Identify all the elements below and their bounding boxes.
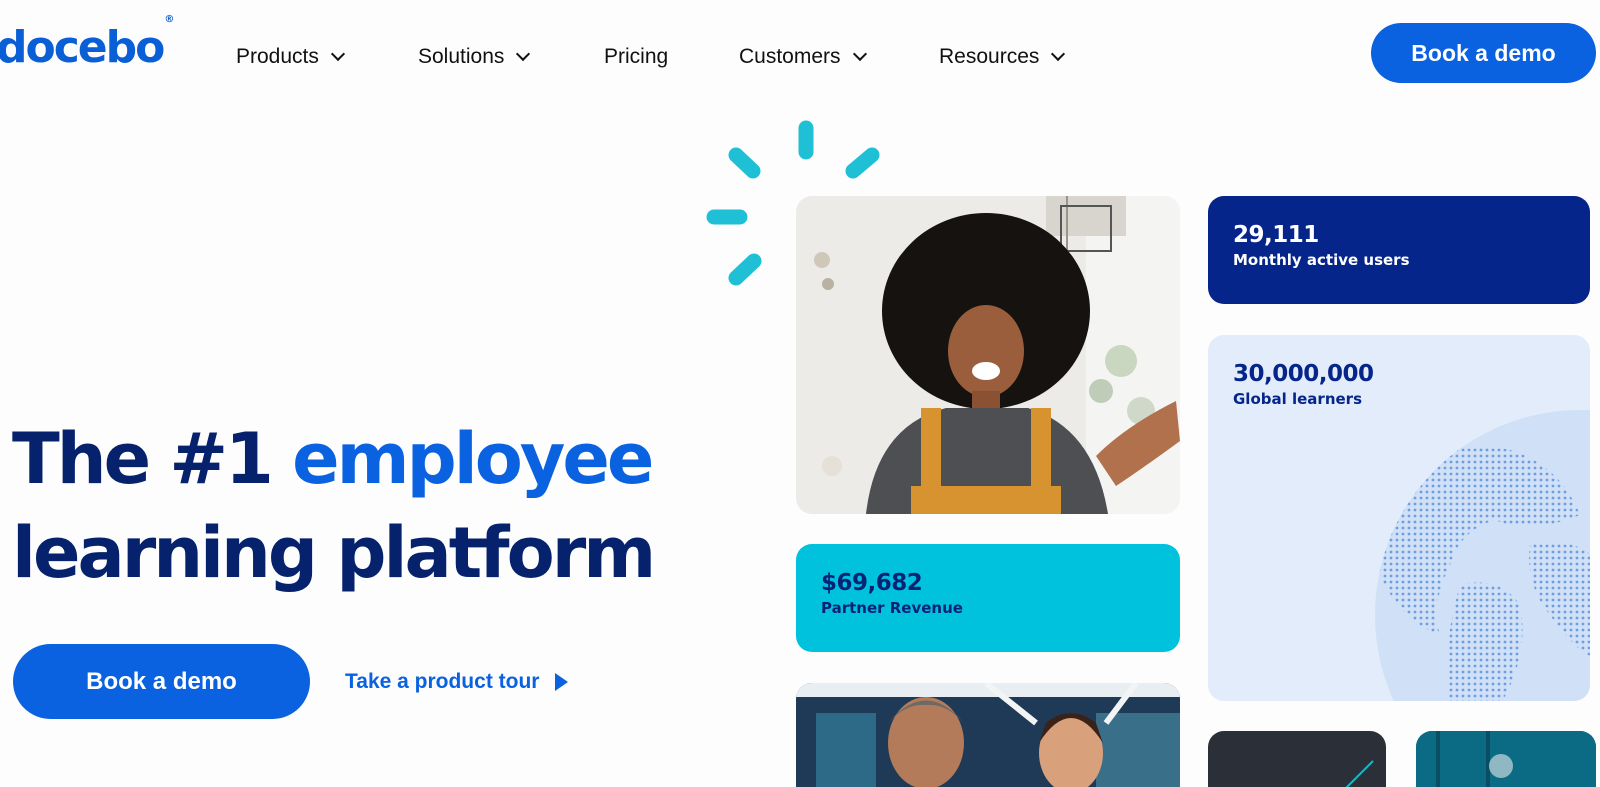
office-photo-card	[1416, 731, 1596, 787]
stat-card-learners: 30,000,000 Global learners	[1208, 335, 1590, 701]
chevron-down-icon	[852, 46, 867, 62]
chevron-down-icon	[1051, 46, 1066, 62]
registered-mark: ®	[164, 14, 175, 26]
nav-products[interactable]: Products	[236, 45, 345, 69]
stat-users-value: 29,111	[1233, 222, 1319, 248]
nav-customers-label: Customers	[739, 45, 841, 68]
stat-revenue-label: Partner Revenue	[821, 599, 963, 617]
docebo-logo[interactable]: docebo®	[0, 15, 174, 70]
headline-line2: learning platform	[12, 512, 656, 594]
nav-resources-label: Resources	[939, 45, 1040, 68]
nav-products-label: Products	[236, 45, 319, 68]
stat-users-label: Monthly active users	[1233, 251, 1410, 269]
nav-solutions[interactable]: Solutions	[418, 45, 531, 69]
nav-resources[interactable]: Resources	[939, 45, 1066, 69]
nav-pricing-label: Pricing	[604, 45, 669, 68]
nav-pricing[interactable]: Pricing	[604, 45, 668, 69]
nav-solutions-label: Solutions	[418, 45, 505, 68]
woman-waving-photo	[796, 196, 1180, 514]
stat-learners-value: 30,000,000	[1233, 361, 1374, 387]
stat-revenue-value: $69,682	[821, 570, 923, 596]
product-tour-label: Take a product tour	[345, 670, 540, 693]
play-arrow-icon	[555, 673, 569, 691]
headline-accent: employee	[292, 418, 654, 500]
chart-preview-card	[1208, 731, 1386, 787]
hero-headline: The #1 employee learning platform	[12, 412, 656, 600]
chevron-down-icon	[516, 46, 531, 62]
stat-card-revenue: $69,682 Partner Revenue	[796, 544, 1180, 652]
headline-text: The #1	[12, 418, 293, 500]
chevron-down-icon	[330, 46, 345, 62]
globe-icon	[1375, 410, 1590, 701]
nav-customers[interactable]: Customers	[739, 45, 867, 69]
product-tour-link[interactable]: Take a product tour	[345, 670, 569, 694]
header-book-demo-button[interactable]: Book a demo	[1371, 23, 1596, 83]
store-staff-photo	[796, 683, 1180, 787]
stat-card-users: 29,111 Monthly active users	[1208, 196, 1590, 304]
hero-book-demo-button[interactable]: Book a demo	[13, 644, 310, 719]
